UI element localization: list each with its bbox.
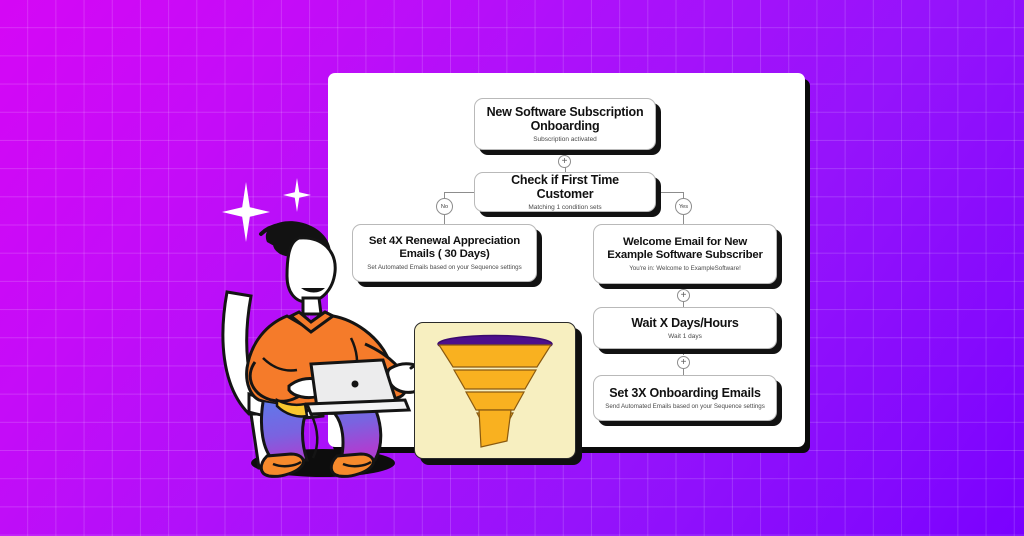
branch-badge-yes: Yes (675, 198, 692, 215)
funnel-segment (464, 391, 526, 411)
connector-line (683, 215, 684, 224)
head (285, 236, 337, 304)
add-step-glyph: + (680, 289, 687, 301)
funnel-segment (452, 369, 538, 390)
node-title: Welcome Email for New Example Software S… (607, 236, 763, 261)
node-subtitle: Wait 1 days (668, 332, 702, 340)
connector-line (444, 215, 445, 224)
node-subtitle: Matching 1 condition sets (528, 203, 602, 211)
funnel-spout (478, 409, 512, 448)
neck (301, 296, 323, 316)
connector-line (656, 192, 683, 193)
connector-line (444, 192, 475, 193)
flow-node-welcome-email[interactable]: Welcome Email for New Example Software S… (593, 224, 777, 284)
scene-canvas: + No Yes + + New Software Subscription O… (0, 0, 1024, 536)
flow-node-wait[interactable]: Wait X Days/Hours Wait 1 days (593, 307, 777, 349)
person-illustration (215, 218, 430, 480)
add-step-glyph: + (561, 155, 568, 167)
funnel-chart-icon (437, 334, 553, 448)
node-subtitle: Send Automated Emails based on your Sequ… (605, 402, 765, 410)
node-title: Wait X Days/Hours (631, 315, 739, 330)
flow-node-start[interactable]: New Software Subscription Onboarding Sub… (474, 98, 656, 150)
connector-line (683, 349, 684, 355)
flow-node-condition[interactable]: Check if First Time Customer Matching 1 … (474, 172, 656, 212)
node-title: Check if First Time Customer (511, 172, 619, 201)
node-subtitle: Subscription activated (533, 135, 597, 143)
flow-node-onboarding-emails[interactable]: Set 3X Onboarding Emails Send Automated … (593, 375, 777, 421)
laptop-logo (351, 380, 359, 388)
node-title: Set 3X Onboarding Emails (609, 385, 761, 400)
funnel-card (414, 322, 576, 459)
add-step-glyph: + (680, 356, 687, 368)
branch-badge-no: No (436, 198, 453, 215)
node-title: New Software Subscription Onboarding (486, 104, 644, 133)
node-subtitle: You're in: Welcome to ExampleSoftware! (629, 264, 741, 272)
laptop-base (304, 398, 412, 416)
funnel-segment (437, 344, 553, 368)
